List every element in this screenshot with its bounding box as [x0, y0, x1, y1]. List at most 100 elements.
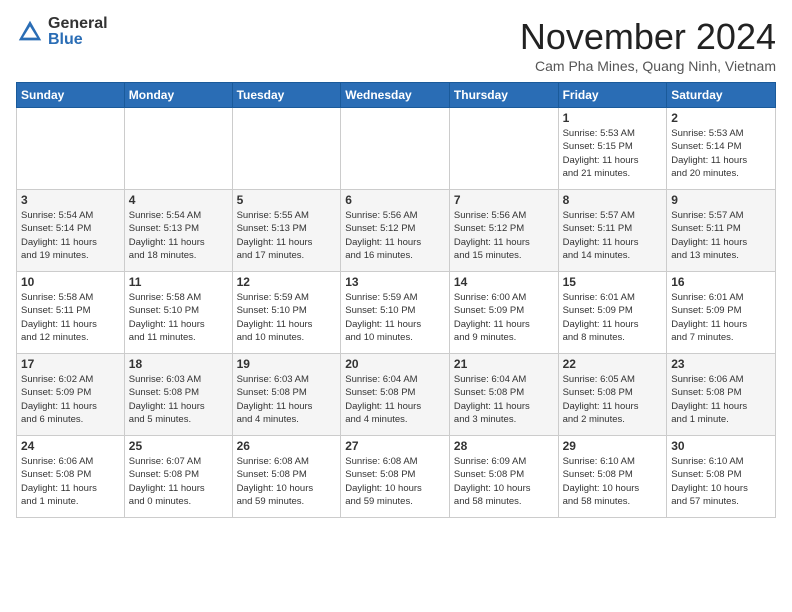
page-header: General Blue November 2024 Cam Pha Mines… [16, 16, 776, 74]
header-row: SundayMondayTuesdayWednesdayThursdayFrid… [17, 83, 776, 108]
week-row-4: 17Sunrise: 6:02 AMSunset: 5:09 PMDayligh… [17, 354, 776, 436]
day-cell: 23Sunrise: 6:06 AMSunset: 5:08 PMDayligh… [667, 354, 776, 436]
day-cell: 21 Sunrise: 6:04 AMSunset: 5:08 PMDayligh… [449, 354, 558, 436]
day-number: 25 [129, 439, 228, 453]
header-wednesday: Wednesday [341, 83, 450, 108]
day-cell [341, 108, 450, 190]
day-info: Sunrise: 6:04 AMSunset: 5:08 PMDaylight:… [454, 373, 554, 426]
day-cell: 11Sunrise: 5:58 AMSunset: 5:10 PMDayligh… [124, 272, 232, 354]
day-info: Sunrise: 5:57 AMSunset: 5:11 PMDaylight:… [671, 209, 771, 262]
day-number: 18 [129, 357, 228, 371]
day-number: 3 [21, 193, 120, 207]
day-number: 12 [237, 275, 337, 289]
day-info: Sunrise: 5:55 AMSunset: 5:13 PMDaylight:… [237, 209, 337, 262]
day-cell: 13 Sunrise: 5:59 AMSunset: 5:10 PMDayligh… [341, 272, 450, 354]
day-number: 1 [563, 111, 663, 125]
day-info: Sunrise: 6:04 AMSunset: 5:08 PMDaylight:… [345, 373, 445, 426]
day-number: 11 [129, 275, 228, 289]
logo-icon [16, 18, 44, 46]
day-cell: 5 Sunrise: 5:55 AMSunset: 5:13 PMDaylight… [232, 190, 341, 272]
header-saturday: Saturday [667, 83, 776, 108]
day-cell [232, 108, 341, 190]
day-cell: 8Sunrise: 5:57 AMSunset: 5:11 PMDaylight… [558, 190, 667, 272]
day-info: Sunrise: 6:01 AMSunset: 5:09 PMDaylight:… [563, 291, 663, 344]
day-cell: 24 Sunrise: 6:06 AMSunset: 5:08 PMDayligh… [17, 436, 125, 518]
day-number: 7 [454, 193, 554, 207]
day-cell: 10 Sunrise: 5:58 AMSunset: 5:11 PMDayligh… [17, 272, 125, 354]
day-info: Sunrise: 6:02 AMSunset: 5:09 PMDaylight:… [21, 373, 120, 426]
calendar-body: 1Sunrise: 5:53 AMSunset: 5:15 PMDaylight… [17, 108, 776, 518]
location: Cam Pha Mines, Quang Ninh, Vietnam [520, 58, 776, 74]
day-number: 27 [345, 439, 445, 453]
day-cell: 26Sunrise: 6:08 AMSunset: 5:08 PMDayligh… [232, 436, 341, 518]
week-row-2: 3 Sunrise: 5:54 AMSunset: 5:14 PMDaylight… [17, 190, 776, 272]
header-sunday: Sunday [17, 83, 125, 108]
day-info: Sunrise: 6:06 AMSunset: 5:08 PMDaylight:… [21, 455, 120, 508]
day-number: 6 [345, 193, 445, 207]
day-cell: 17Sunrise: 6:02 AMSunset: 5:09 PMDayligh… [17, 354, 125, 436]
day-number: 15 [563, 275, 663, 289]
week-row-3: 10 Sunrise: 5:58 AMSunset: 5:11 PMDayligh… [17, 272, 776, 354]
day-info: Sunrise: 5:56 AMSunset: 5:12 PMDaylight:… [454, 209, 554, 262]
day-info: Sunrise: 6:03 AMSunset: 5:08 PMDaylight:… [129, 373, 228, 426]
day-number: 28 [454, 439, 554, 453]
day-number: 8 [563, 193, 663, 207]
logo-blue: Blue [48, 32, 108, 48]
day-info: Sunrise: 5:59 AMSunset: 5:10 PMDaylight:… [345, 291, 445, 344]
day-info: Sunrise: 6:09 AMSunset: 5:08 PMDaylight:… [454, 455, 554, 508]
day-info: Sunrise: 6:00 AMSunset: 5:09 PMDaylight:… [454, 291, 554, 344]
logo-general: General [48, 16, 108, 32]
day-number: 4 [129, 193, 228, 207]
day-info: Sunrise: 6:03 AMSunset: 5:08 PMDaylight:… [237, 373, 337, 426]
day-info: Sunrise: 6:10 AMSunset: 5:08 PMDaylight:… [671, 455, 771, 508]
day-info: Sunrise: 5:54 AMSunset: 5:13 PMDaylight:… [129, 209, 228, 262]
day-cell: 12Sunrise: 5:59 AMSunset: 5:10 PMDayligh… [232, 272, 341, 354]
day-cell: 15 Sunrise: 6:01 AMSunset: 5:09 PMDayligh… [558, 272, 667, 354]
day-number: 20 [345, 357, 445, 371]
calendar-header: SundayMondayTuesdayWednesdayThursdayFrid… [17, 83, 776, 108]
day-number: 26 [237, 439, 337, 453]
day-cell: 29Sunrise: 6:10 AMSunset: 5:08 PMDayligh… [558, 436, 667, 518]
title-block: November 2024 Cam Pha Mines, Quang Ninh,… [520, 16, 776, 74]
day-number: 16 [671, 275, 771, 289]
day-number: 9 [671, 193, 771, 207]
day-cell: 4 Sunrise: 5:54 AMSunset: 5:13 PMDaylight… [124, 190, 232, 272]
day-cell: 20 Sunrise: 6:04 AMSunset: 5:08 PMDayligh… [341, 354, 450, 436]
header-monday: Monday [124, 83, 232, 108]
day-info: Sunrise: 5:54 AMSunset: 5:14 PMDaylight:… [21, 209, 120, 262]
day-number: 21 [454, 357, 554, 371]
day-cell: 30Sunrise: 6:10 AMSunset: 5:08 PMDayligh… [667, 436, 776, 518]
day-cell [17, 108, 125, 190]
day-info: Sunrise: 6:05 AMSunset: 5:08 PMDaylight:… [563, 373, 663, 426]
day-cell: 18 Sunrise: 6:03 AMSunset: 5:08 PMDayligh… [124, 354, 232, 436]
day-cell: 25 Sunrise: 6:07 AMSunset: 5:08 PMDayligh… [124, 436, 232, 518]
day-number: 13 [345, 275, 445, 289]
day-cell: 3 Sunrise: 5:54 AMSunset: 5:14 PMDaylight… [17, 190, 125, 272]
day-number: 22 [563, 357, 663, 371]
day-cell: 1Sunrise: 5:53 AMSunset: 5:15 PMDaylight… [558, 108, 667, 190]
day-cell: 6 Sunrise: 5:56 AMSunset: 5:12 PMDaylight… [341, 190, 450, 272]
month-title: November 2024 [520, 16, 776, 58]
day-number: 24 [21, 439, 120, 453]
day-cell: 16Sunrise: 6:01 AMSunset: 5:09 PMDayligh… [667, 272, 776, 354]
day-cell: 9 Sunrise: 5:57 AMSunset: 5:11 PMDaylight… [667, 190, 776, 272]
day-info: Sunrise: 5:56 AMSunset: 5:12 PMDaylight:… [345, 209, 445, 262]
calendar-table: SundayMondayTuesdayWednesdayThursdayFrid… [16, 82, 776, 518]
day-cell: 27 Sunrise: 6:08 AMSunset: 5:08 PMDayligh… [341, 436, 450, 518]
day-number: 2 [671, 111, 771, 125]
day-cell: 7 Sunrise: 5:56 AMSunset: 5:12 PMDaylight… [449, 190, 558, 272]
day-info: Sunrise: 6:07 AMSunset: 5:08 PMDaylight:… [129, 455, 228, 508]
logo-text: General Blue [48, 16, 108, 48]
day-number: 10 [21, 275, 120, 289]
day-number: 29 [563, 439, 663, 453]
day-cell: 19 Sunrise: 6:03 AMSunset: 5:08 PMDayligh… [232, 354, 341, 436]
week-row-5: 24 Sunrise: 6:06 AMSunset: 5:08 PMDayligh… [17, 436, 776, 518]
day-info: Sunrise: 5:58 AMSunset: 5:11 PMDaylight:… [21, 291, 120, 344]
day-number: 19 [237, 357, 337, 371]
week-row-1: 1Sunrise: 5:53 AMSunset: 5:15 PMDaylight… [17, 108, 776, 190]
day-cell [449, 108, 558, 190]
day-info: Sunrise: 6:08 AMSunset: 5:08 PMDaylight:… [345, 455, 445, 508]
day-number: 5 [237, 193, 337, 207]
logo: General Blue [16, 16, 108, 48]
header-thursday: Thursday [449, 83, 558, 108]
